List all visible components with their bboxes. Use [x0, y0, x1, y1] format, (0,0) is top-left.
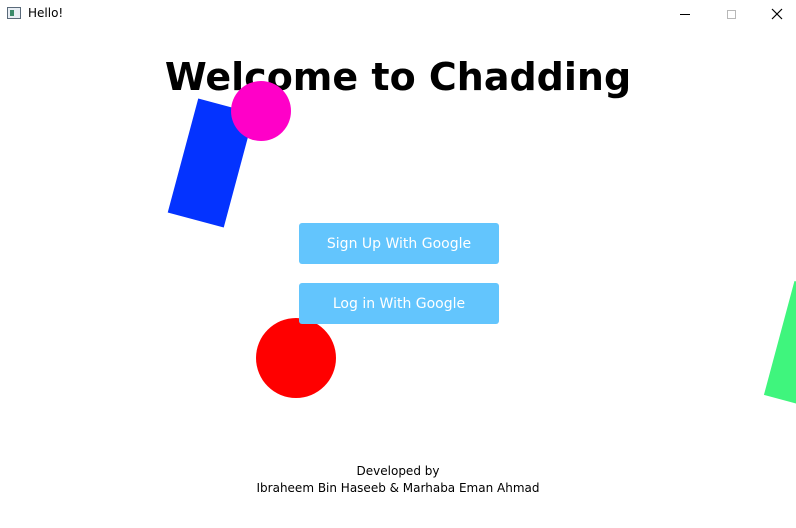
maximize-button[interactable] — [708, 0, 754, 28]
app-window: Hello! Welcome to Chadding Sign Up With … — [0, 0, 796, 528]
footer-developed-by: Developed by — [356, 464, 440, 478]
minimize-button[interactable] — [662, 0, 708, 28]
window-title: Hello! — [28, 6, 64, 20]
footer-developers: Ibraheem Bin Haseeb & Marhaba Eman Ahmad — [256, 481, 540, 495]
close-button[interactable] — [754, 0, 796, 28]
app-window-icon — [7, 7, 21, 19]
close-icon — [771, 8, 783, 20]
maximize-icon — [726, 9, 736, 19]
green-rectangle-decoration — [763, 280, 796, 414]
title-bar[interactable]: Hello! — [0, 0, 796, 28]
minimize-icon — [680, 13, 690, 15]
log-in-with-google-button[interactable]: Log in With Google — [299, 283, 499, 324]
magenta-circle-decoration — [231, 81, 291, 141]
sign-up-with-google-button[interactable]: Sign Up With Google — [299, 223, 499, 264]
welcome-heading: Welcome to Chadding — [164, 55, 632, 99]
red-circle-decoration — [256, 318, 336, 398]
